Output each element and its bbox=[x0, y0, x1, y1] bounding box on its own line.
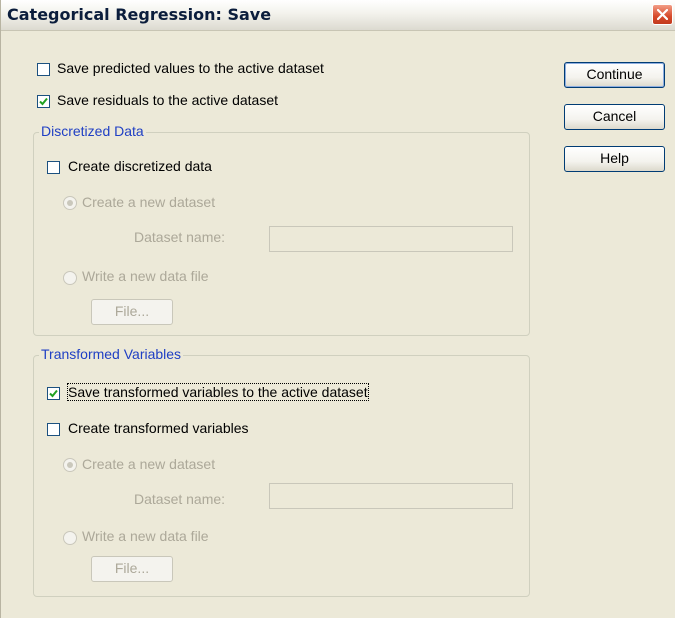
discretized-dataset-name-input[interactable] bbox=[269, 226, 513, 252]
create-discretized-label: Create discretized data bbox=[68, 158, 212, 174]
transformed-write-file-radio[interactable] bbox=[63, 531, 77, 545]
transformed-dataset-name-label: Dataset name: bbox=[134, 491, 226, 507]
transformed-new-dataset-label: Create a new dataset bbox=[82, 456, 216, 472]
close-button[interactable] bbox=[652, 4, 673, 25]
discretized-write-file-radio[interactable] bbox=[63, 271, 77, 285]
save-transformed-label: Save transformed variables to the active… bbox=[67, 383, 369, 401]
transformed-new-dataset-radio[interactable] bbox=[63, 458, 77, 472]
radio-dot-icon bbox=[67, 462, 73, 468]
close-icon bbox=[657, 9, 668, 20]
create-transformed-label: Create transformed variables bbox=[68, 420, 249, 436]
cancel-button[interactable]: Cancel bbox=[564, 104, 665, 130]
save-transformed-checkbox[interactable] bbox=[47, 387, 60, 400]
help-button[interactable]: Help bbox=[564, 146, 665, 172]
discretized-new-dataset-radio[interactable] bbox=[63, 196, 77, 210]
continue-button[interactable]: Continue bbox=[564, 62, 665, 88]
save-predicted-checkbox[interactable] bbox=[37, 63, 50, 76]
discretized-data-legend: Discretized Data bbox=[39, 123, 146, 139]
save-residuals-label: Save residuals to the active dataset bbox=[57, 92, 279, 108]
discretized-dataset-name-label: Dataset name: bbox=[134, 229, 226, 245]
title-bar[interactable]: Categorical Regression: Save bbox=[1, 0, 675, 31]
save-residuals-checkbox[interactable] bbox=[37, 95, 50, 108]
transformed-variables-legend: Transformed Variables bbox=[39, 346, 184, 362]
dialog-window: Categorical Regression: Save Save predic… bbox=[0, 0, 675, 618]
discretized-write-file-label: Write a new data file bbox=[82, 268, 209, 284]
discretized-new-dataset-label: Create a new dataset bbox=[82, 194, 216, 210]
transformed-file-button[interactable]: File... bbox=[91, 556, 173, 582]
transformed-dataset-name-input[interactable] bbox=[269, 483, 513, 509]
checkmark-icon bbox=[49, 389, 58, 398]
window-title: Categorical Regression: Save bbox=[7, 5, 272, 24]
discretized-file-button[interactable]: File... bbox=[91, 299, 173, 325]
create-discretized-checkbox[interactable] bbox=[47, 161, 60, 174]
save-predicted-label: Save predicted values to the active data… bbox=[57, 60, 324, 76]
radio-dot-icon bbox=[67, 200, 73, 206]
transformed-write-file-label: Write a new data file bbox=[82, 528, 209, 544]
checkmark-icon bbox=[39, 97, 48, 106]
create-transformed-checkbox[interactable] bbox=[47, 423, 60, 436]
